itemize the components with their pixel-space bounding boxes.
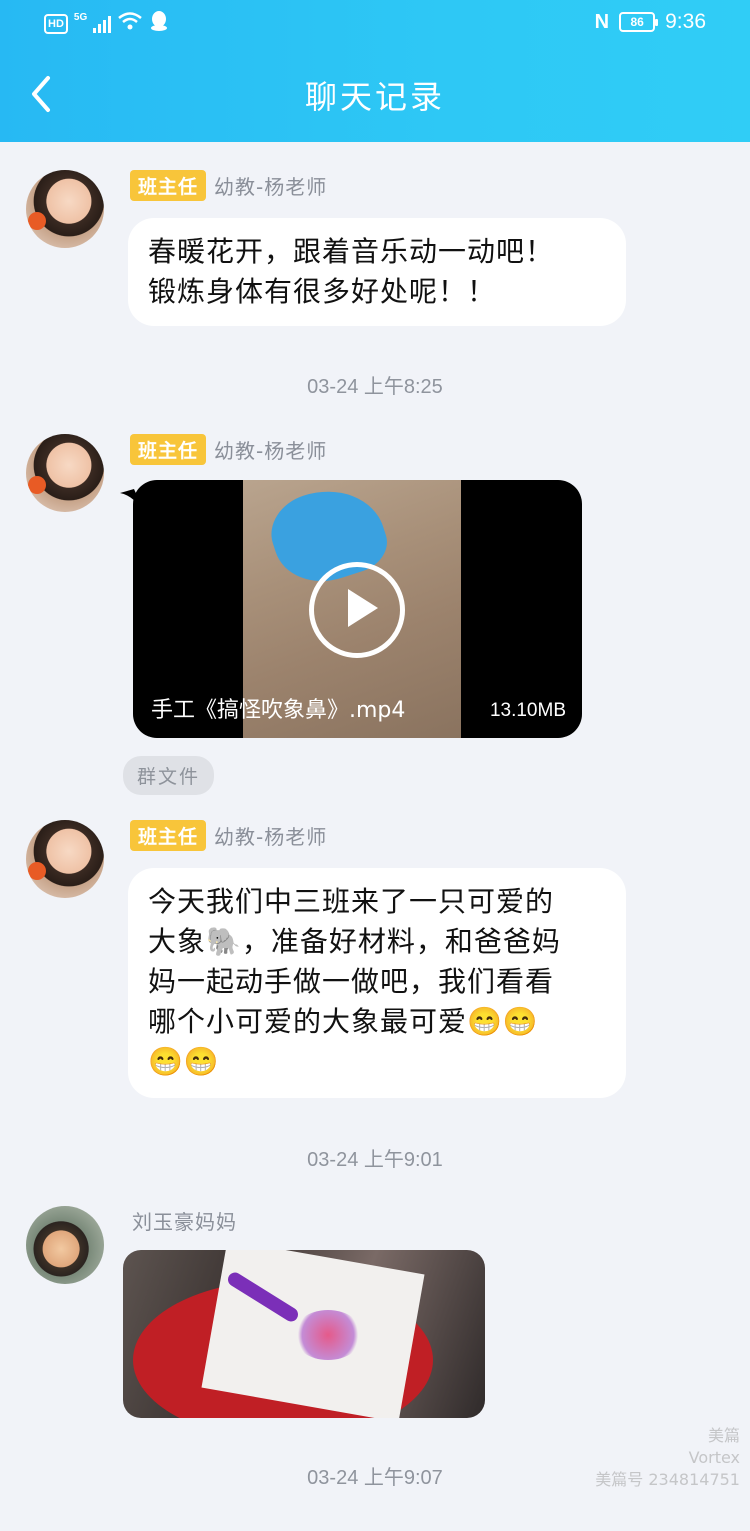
video-message[interactable]: 手工《搞怪吹象鼻》.mp4 13.10MB: [133, 480, 582, 738]
video-filesize: 13.10MB: [489, 700, 566, 721]
group-file-tag[interactable]: 群文件: [123, 756, 215, 795]
status-bar: HD 5G N 86 9:36: [0, 0, 750, 46]
message-line: 妈一起动手做一做吧，我们看看: [148, 965, 555, 998]
text-message-bubble[interactable]: 今天我们中三班来了一只可爱的 大象🐘，准备好材料，和爸爸妈 妈一起动手做一做吧，…: [128, 868, 626, 1098]
message-line: 大象🐘，准备好材料，和爸爸妈: [148, 925, 561, 958]
video-filename: 手工《搞怪吹象鼻》.mp4: [151, 698, 406, 723]
photo-content: [293, 1310, 363, 1360]
avatar[interactable]: [26, 170, 104, 248]
app-header: HD 5G N 86 9:36 聊天记录: [0, 0, 750, 142]
qq-icon: [149, 10, 169, 37]
sender-row: 刘玉豪妈妈: [132, 1206, 237, 1235]
sender-row: 班主任 幼教-杨老师: [130, 170, 327, 201]
status-right: N 86 9:36: [595, 10, 706, 34]
network-type: 5G: [73, 12, 88, 23]
play-icon[interactable]: [309, 562, 405, 658]
status-left: HD 5G: [44, 10, 169, 37]
message-line: 😁😁: [148, 1045, 220, 1078]
page-title: 聊天记录: [304, 78, 445, 116]
watermark-line: Vortex: [688, 1448, 740, 1467]
message-line: 今天我们中三班来了一只可爱的: [148, 885, 555, 918]
watermark: 美篇 Vortex 美篇号 234814751: [595, 1425, 740, 1491]
signal-icon: [93, 15, 112, 33]
sender-name: 刘玉豪妈妈: [132, 1210, 237, 1234]
avatar[interactable]: [26, 434, 104, 512]
battery-icon: 86: [619, 12, 659, 32]
clock: 9:36: [665, 10, 706, 33]
wifi-icon: [117, 11, 143, 36]
message-line: 春暖花开，跟着音乐动一动吧！: [148, 235, 555, 268]
message-line: 哪个小可爱的大象最可爱😁😁: [148, 1005, 539, 1038]
avatar[interactable]: [26, 820, 104, 898]
timestamp: 03-24 上午8:25: [307, 376, 443, 398]
sender-row: 班主任 幼教-杨老师: [130, 434, 327, 465]
image-message[interactable]: [123, 1250, 485, 1418]
watermark-line: 美篇: [707, 1426, 740, 1445]
nfc-icon: N: [594, 10, 610, 33]
timestamp: 03-24 上午9:01: [307, 1149, 443, 1171]
hd-icon: HD: [44, 13, 68, 34]
role-badge: 班主任: [130, 170, 207, 201]
sender-row: 班主任 幼教-杨老师: [130, 820, 327, 851]
text-message-bubble[interactable]: 春暖花开，跟着音乐动一动吧！ 锻炼身体有很多好处呢！！: [128, 218, 626, 326]
watermark-line: 美篇号 234814751: [595, 1470, 740, 1489]
sender-name: 幼教-杨老师: [214, 439, 328, 463]
sender-name: 幼教-杨老师: [214, 825, 328, 849]
message-line: 锻炼身体有很多好处呢！！: [148, 275, 497, 308]
avatar[interactable]: [26, 1206, 104, 1284]
role-badge: 班主任: [130, 820, 207, 851]
sender-name: 幼教-杨老师: [214, 175, 328, 199]
role-badge: 班主任: [130, 434, 207, 465]
